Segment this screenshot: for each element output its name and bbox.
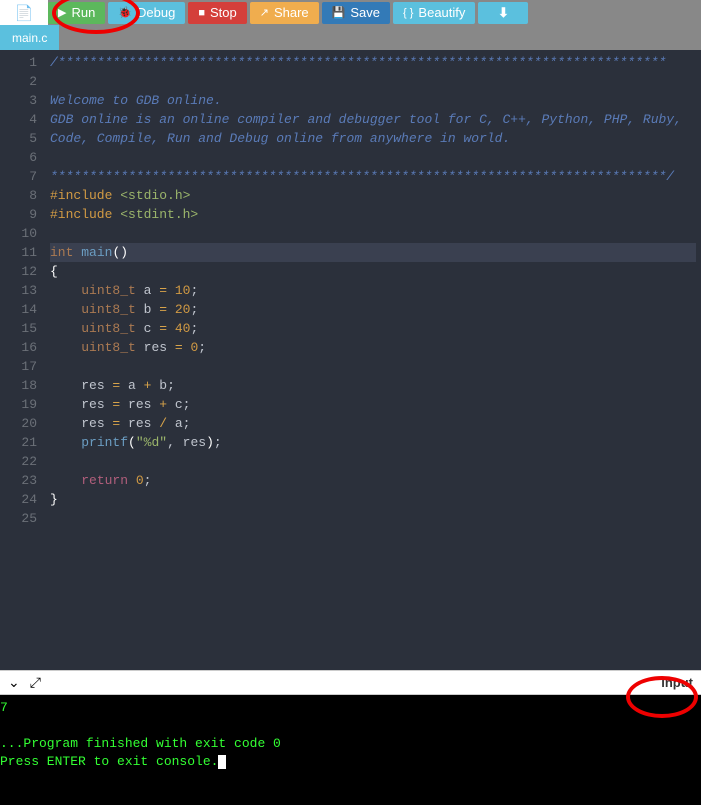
file-area: 📄 (0, 0, 48, 25)
debug-button[interactable]: 🐞 Debug (108, 2, 185, 24)
code-line: ****************************************… (50, 167, 696, 186)
code-line: uint8_t a = 10; (50, 281, 696, 300)
line-number: 11 (3, 243, 37, 262)
code-editor[interactable]: 1234567891011121314151617181920212223242… (0, 50, 701, 670)
line-number: 13 (3, 281, 37, 300)
share-icon: ↗ (260, 6, 269, 19)
code-line (50, 509, 696, 528)
beautify-label: Beautify (418, 5, 465, 20)
save-icon: 💾 (332, 6, 346, 19)
beautify-button[interactable]: { } Beautify (393, 2, 475, 24)
share-label: Share (274, 5, 309, 20)
console-line: 7 (0, 699, 701, 717)
toolbar: 📄 ▶ Run 🐞 Debug ■ Stop ↗ Share 💾 Save { } Beau… (0, 0, 701, 25)
code-area[interactable]: /***************************************… (45, 50, 701, 670)
line-number: 20 (3, 414, 37, 433)
code-line: Welcome to GDB online. (50, 91, 696, 110)
code-line: int main() (50, 243, 696, 262)
code-line: } (50, 490, 696, 509)
console-line: Press ENTER to exit console. (0, 753, 701, 771)
line-number: 2 (3, 72, 37, 91)
code-line: { (50, 262, 696, 281)
line-number: 16 (3, 338, 37, 357)
tab-main-c[interactable]: main.c (0, 25, 59, 50)
download-button[interactable]: ⬇ (478, 2, 528, 24)
code-line (50, 357, 696, 376)
line-number: 22 (3, 452, 37, 471)
line-number: 23 (3, 471, 37, 490)
line-number: 19 (3, 395, 37, 414)
console-line: ...Program finished with exit code 0 (0, 735, 701, 753)
save-label: Save (350, 5, 380, 20)
cursor (218, 755, 226, 769)
line-number: 17 (3, 357, 37, 376)
code-line: #include <stdio.h> (50, 186, 696, 205)
console-output[interactable]: 7 ...Program finished with exit code 0 P… (0, 695, 701, 805)
stop-button[interactable]: ■ Stop (188, 2, 246, 24)
console-header: ⌄ ⤢ input (0, 670, 701, 695)
line-number: 3 (3, 91, 37, 110)
code-line: Code, Compile, Run and Debug online from… (50, 129, 696, 148)
line-number: 25 (3, 509, 37, 528)
download-icon: ⬇ (498, 5, 509, 21)
share-button[interactable]: ↗ Share (250, 2, 319, 24)
expand-icon[interactable]: ⤢ (30, 674, 41, 691)
stop-label: Stop (210, 5, 237, 20)
bug-icon: 🐞 (118, 6, 132, 19)
code-line: uint8_t c = 40; (50, 319, 696, 338)
tab-label: main.c (12, 31, 47, 45)
line-number: 10 (3, 224, 37, 243)
code-line: res = a + b; (50, 376, 696, 395)
line-number: 6 (3, 148, 37, 167)
play-icon: ▶ (58, 6, 66, 19)
code-line (50, 224, 696, 243)
code-line: uint8_t res = 0; (50, 338, 696, 357)
code-line: #include <stdint.h> (50, 205, 696, 224)
line-number: 1 (3, 53, 37, 72)
save-button[interactable]: 💾 Save (322, 2, 390, 24)
line-gutter: 1234567891011121314151617181920212223242… (0, 50, 45, 670)
console-line (0, 717, 701, 735)
input-tab[interactable]: input (661, 675, 693, 690)
code-line: uint8_t b = 20; (50, 300, 696, 319)
line-number: 7 (3, 167, 37, 186)
line-number: 8 (3, 186, 37, 205)
line-number: 5 (3, 129, 37, 148)
code-line: res = res + c; (50, 395, 696, 414)
code-line: return 0; (50, 471, 696, 490)
code-line: /***************************************… (50, 53, 696, 72)
run-button[interactable]: ▶ Run (48, 2, 105, 24)
line-number: 4 (3, 110, 37, 129)
code-line (50, 452, 696, 471)
chevron-down-icon[interactable]: ⌄ (8, 674, 20, 691)
code-line: printf("%d", res); (50, 433, 696, 452)
line-number: 18 (3, 376, 37, 395)
code-line: res = res / a; (50, 414, 696, 433)
line-number: 15 (3, 319, 37, 338)
run-label: Run (71, 5, 95, 20)
code-line (50, 148, 696, 167)
code-line (50, 72, 696, 91)
line-number: 9 (3, 205, 37, 224)
new-file-icon[interactable]: 📄 (15, 4, 34, 22)
debug-label: Debug (137, 5, 175, 20)
tab-bar: main.c (0, 25, 701, 50)
code-line: GDB online is an online compiler and deb… (50, 110, 696, 129)
braces-icon: { } (403, 7, 413, 19)
stop-icon: ■ (198, 7, 205, 19)
line-number: 14 (3, 300, 37, 319)
line-number: 21 (3, 433, 37, 452)
line-number: 12 (3, 262, 37, 281)
line-number: 24 (3, 490, 37, 509)
